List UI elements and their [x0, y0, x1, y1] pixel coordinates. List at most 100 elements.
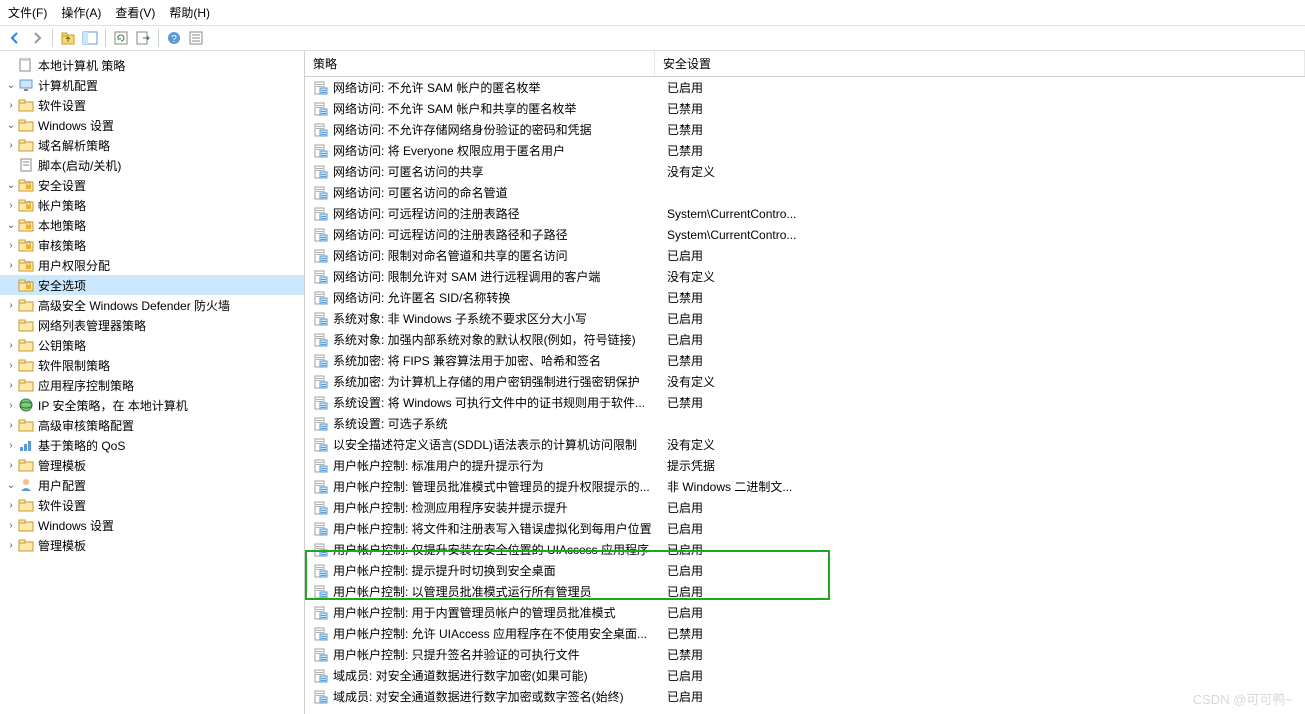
tree-item[interactable]: ⌄安全设置 — [0, 175, 304, 195]
tree-item[interactable]: 网络列表管理器策略 — [0, 315, 304, 335]
policy-row[interactable]: 用户帐户控制: 管理员批准模式中管理员的提升权限提示的...非 Windows … — [305, 476, 1305, 497]
chevron-down-icon[interactable]: ⌄ — [4, 120, 18, 131]
policy-row[interactable]: 用户帐户控制: 用于内置管理员帐户的管理员批准模式已启用 — [305, 602, 1305, 623]
column-policy[interactable]: 策略 — [305, 51, 655, 76]
menu-item[interactable]: 查看(V) — [115, 4, 155, 21]
tree-item[interactable]: ›帐户策略 — [0, 195, 304, 215]
policy-row[interactable]: 域成员: 对安全通道数据进行数字加密或数字签名(始终)已启用 — [305, 686, 1305, 707]
menu-item[interactable]: 文件(F) — [8, 4, 47, 21]
chevron-right-icon[interactable]: › — [4, 540, 18, 551]
policy-row[interactable]: 系统设置: 将 Windows 可执行文件中的证书规则用于软件...已禁用 — [305, 392, 1305, 413]
chevron-right-icon[interactable]: › — [4, 140, 18, 151]
tree-item[interactable]: ›管理模板 — [0, 535, 304, 555]
policy-row[interactable]: 网络访问: 限制对命名管道和共享的匿名访问已启用 — [305, 245, 1305, 266]
chevron-right-icon[interactable]: › — [4, 360, 18, 371]
tree-item[interactable]: 脚本(启动/关机) — [0, 155, 304, 175]
chevron-right-icon[interactable]: › — [4, 340, 18, 351]
policy-item-icon — [313, 416, 329, 432]
tree-item[interactable]: ⌄Windows 设置 — [0, 115, 304, 135]
export-icon[interactable] — [134, 29, 152, 47]
chevron-down-icon[interactable]: ⌄ — [4, 480, 18, 491]
tree-item-label: 网络列表管理器策略 — [38, 317, 146, 334]
chevron-right-icon[interactable]: › — [4, 260, 18, 271]
tree-item[interactable]: ›软件设置 — [0, 95, 304, 115]
chevron-right-icon[interactable]: › — [4, 400, 18, 411]
policy-row[interactable]: 网络访问: 允许匿名 SID/名称转换已禁用 — [305, 287, 1305, 308]
tree-item[interactable]: ›用户权限分配 — [0, 255, 304, 275]
policy-row[interactable]: 用户帐户控制: 检测应用程序安装并提示提升已启用 — [305, 497, 1305, 518]
policy-row[interactable]: 网络访问: 可远程访问的注册表路径System\CurrentContro... — [305, 203, 1305, 224]
chevron-right-icon[interactable]: › — [4, 240, 18, 251]
back-icon[interactable] — [6, 29, 24, 47]
chevron-right-icon[interactable]: › — [4, 500, 18, 511]
menu-item[interactable]: 帮助(H) — [169, 4, 210, 21]
tree-item[interactable]: 本地计算机 策略 — [0, 55, 304, 75]
tree-item[interactable]: ›域名解析策略 — [0, 135, 304, 155]
tree-item[interactable]: ⌄计算机配置 — [0, 75, 304, 95]
menu-item[interactable]: 操作(A) — [61, 4, 101, 21]
tree-item[interactable]: ›软件设置 — [0, 495, 304, 515]
policy-row[interactable]: 系统对象: 加强内部系统对象的默认权限(例如，符号链接)已启用 — [305, 329, 1305, 350]
policy-row[interactable]: 网络访问: 不允许存储网络身份验证的密码和凭据已禁用 — [305, 119, 1305, 140]
policy-row[interactable]: 系统设置: 可选子系统 — [305, 413, 1305, 434]
tree-item[interactable]: ›审核策略 — [0, 235, 304, 255]
chevron-right-icon[interactable]: › — [4, 440, 18, 451]
policy-row[interactable]: 系统加密: 为计算机上存储的用户密钥强制进行强密钥保护没有定义 — [305, 371, 1305, 392]
chevron-right-icon[interactable]: › — [4, 460, 18, 471]
policy-row[interactable]: 网络访问: 可远程访问的注册表路径和子路径System\CurrentContr… — [305, 224, 1305, 245]
tree-item[interactable]: ›IP 安全策略，在 本地计算机 — [0, 395, 304, 415]
policy-row[interactable]: 网络访问: 将 Everyone 权限应用于匿名用户已禁用 — [305, 140, 1305, 161]
chevron-right-icon[interactable]: › — [4, 380, 18, 391]
forward-icon[interactable] — [28, 29, 46, 47]
policy-row[interactable]: 系统加密: 将 FIPS 兼容算法用于加密、哈希和签名已禁用 — [305, 350, 1305, 371]
policy-row[interactable]: 网络访问: 不允许 SAM 帐户的匿名枚举已启用 — [305, 77, 1305, 98]
policy-item-icon — [313, 290, 329, 306]
show-hide-tree-icon[interactable] — [81, 29, 99, 47]
policy-setting: 已禁用 — [659, 121, 1305, 138]
properties-icon[interactable] — [187, 29, 205, 47]
tree-view[interactable]: 本地计算机 策略⌄计算机配置›软件设置⌄Windows 设置›域名解析策略脚本(… — [0, 51, 305, 714]
chevron-right-icon[interactable]: › — [4, 420, 18, 431]
policy-row[interactable]: 域成员: 对安全通道数据进行数字加密(如果可能)已启用 — [305, 665, 1305, 686]
policy-row[interactable]: 系统对象: 非 Windows 子系统不要求区分大小写已启用 — [305, 308, 1305, 329]
chevron-right-icon[interactable]: › — [4, 200, 18, 211]
help-icon[interactable]: ? — [165, 29, 183, 47]
policy-row[interactable]: 用户帐户控制: 将文件和注册表写入错误虚拟化到每用户位置已启用 — [305, 518, 1305, 539]
tree-item[interactable]: ›应用程序控制策略 — [0, 375, 304, 395]
chevron-down-icon[interactable]: ⌄ — [4, 180, 18, 191]
list-body[interactable]: 网络访问: 不允许 SAM 帐户的匿名枚举已启用网络访问: 不允许 SAM 帐户… — [305, 77, 1305, 714]
tree-item[interactable]: ⌄本地策略 — [0, 215, 304, 235]
tree-item[interactable]: ›基于策略的 QoS — [0, 435, 304, 455]
policy-row[interactable]: 网络访问: 可匿名访问的共享没有定义 — [305, 161, 1305, 182]
chevron-down-icon[interactable]: ⌄ — [4, 220, 18, 231]
refresh-icon[interactable] — [112, 29, 130, 47]
tree-item[interactable]: ›高级安全 Windows Defender 防火墙 — [0, 295, 304, 315]
column-setting[interactable]: 安全设置 — [655, 51, 1305, 76]
policy-row[interactable]: 用户帐户控制: 以管理员批准模式运行所有管理员已启用 — [305, 581, 1305, 602]
menu-bar: 文件(F) 操作(A) 查看(V) 帮助(H) — [0, 0, 1305, 26]
chevron-right-icon[interactable]: › — [4, 100, 18, 111]
chevron-right-icon[interactable]: › — [4, 520, 18, 531]
chevron-right-icon[interactable]: › — [4, 300, 18, 311]
policy-row[interactable]: 用户帐户控制: 标准用户的提升提示行为提示凭据 — [305, 455, 1305, 476]
policy-row[interactable]: 用户帐户控制: 只提升签名并验证的可执行文件已禁用 — [305, 644, 1305, 665]
policy-row[interactable]: 用户帐户控制: 允许 UIAccess 应用程序在不使用安全桌面...已禁用 — [305, 623, 1305, 644]
tree-item[interactable]: ›公钥策略 — [0, 335, 304, 355]
tree-item[interactable]: ›Windows 设置 — [0, 515, 304, 535]
policy-row[interactable]: 网络访问: 限制允许对 SAM 进行远程调用的客户端没有定义 — [305, 266, 1305, 287]
policy-row[interactable]: 以安全描述符定义语言(SDDL)语法表示的计算机访问限制没有定义 — [305, 434, 1305, 455]
policy-row[interactable]: 用户帐户控制: 提示提升时切换到安全桌面已启用 — [305, 560, 1305, 581]
chevron-down-icon[interactable]: ⌄ — [4, 80, 18, 91]
policy-row[interactable]: 网络访问: 不允许 SAM 帐户和共享的匿名枚举已禁用 — [305, 98, 1305, 119]
policy-setting: 没有定义 — [659, 268, 1305, 285]
tree-item[interactable]: 安全选项 — [0, 275, 304, 295]
policy-row[interactable]: 网络访问: 可匿名访问的命名管道 — [305, 182, 1305, 203]
tree-item[interactable]: ›高级审核策略配置 — [0, 415, 304, 435]
up-icon[interactable] — [59, 29, 77, 47]
tree-item[interactable]: ›软件限制策略 — [0, 355, 304, 375]
folder-icon — [18, 337, 34, 353]
policy-row[interactable]: 用户帐户控制: 仅提升安装在安全位置的 UIAccess 应用程序已启用 — [305, 539, 1305, 560]
tree-item[interactable]: ›管理模板 — [0, 455, 304, 475]
tree-item[interactable]: ⌄用户配置 — [0, 475, 304, 495]
policy-name: 网络访问: 将 Everyone 权限应用于匿名用户 — [333, 142, 659, 159]
